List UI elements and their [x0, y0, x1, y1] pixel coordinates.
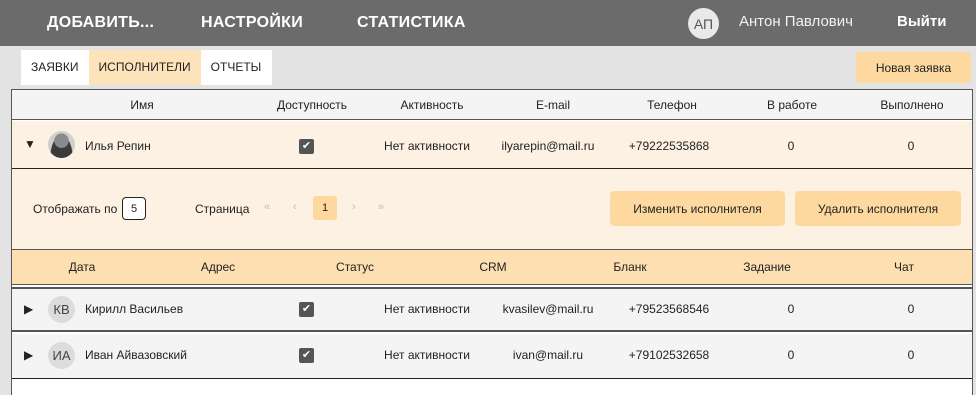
tab-requests[interactable]: ЗАЯВКИ	[21, 50, 89, 85]
col-crm: CRM	[479, 260, 507, 274]
tabs: ЗАЯВКИ ИСПОЛНИТЕЛИ ОТЧЕТЫ	[21, 50, 272, 85]
executors-table: Имя Доступность Активность E-mail Телефо…	[11, 89, 973, 395]
in-work-count: 0	[787, 348, 795, 362]
nav-settings[interactable]: НАСТРОЙКИ	[201, 14, 303, 32]
executor-name: Иван Айвазовский	[85, 348, 187, 362]
user-avatar[interactable]: АП	[688, 8, 719, 39]
col-task: Задание	[743, 260, 791, 274]
avatar: ИА	[48, 342, 75, 369]
col-phone[interactable]: Телефон	[647, 98, 697, 112]
collapse-icon[interactable]: ▼	[24, 137, 36, 151]
table-row[interactable]: ▶ КВ Кирилл Васильев ✔ Нет активности kv…	[12, 287, 972, 332]
availability-checkbox[interactable]: ✔	[299, 302, 314, 317]
current-page[interactable]: 1	[313, 196, 337, 220]
page-size-label: Отображать по	[33, 202, 118, 216]
availability-checkbox[interactable]: ✔	[299, 139, 314, 154]
col-activity[interactable]: Активность	[400, 98, 463, 112]
executor-name: Илья Репин	[85, 139, 151, 153]
table-header: Имя Доступность Активность E-mail Телефо…	[12, 89, 972, 120]
email: kvasilev@mail.ru	[502, 302, 594, 316]
col-form: Бланк	[613, 260, 647, 274]
orders-header: Дата Адрес Статус CRM Бланк Задание Чат	[12, 250, 972, 285]
email: ilyarepin@mail.ru	[501, 139, 595, 153]
tab-reports[interactable]: ОТЧЕТЫ	[201, 50, 272, 85]
top-bar: ДОБАВИТЬ... НАСТРОЙКИ СТАТИСТИКА АП Анто…	[0, 0, 976, 46]
user-name: Антон Павлович	[739, 13, 853, 30]
table-row[interactable]: ▶ ИА Иван Айвазовский ✔ Нет активности i…	[12, 334, 972, 379]
col-email[interactable]: E-mail	[536, 98, 570, 112]
prev-page-icon[interactable]: ‹	[293, 201, 297, 213]
delete-executor-button[interactable]: Удалить исполнителя	[795, 191, 961, 226]
col-done[interactable]: Выполнено	[880, 98, 943, 112]
email: ivan@mail.ru	[512, 348, 584, 362]
page-label: Страница	[195, 202, 250, 216]
done-count: 0	[907, 302, 915, 316]
avatar: КВ	[48, 296, 75, 323]
col-status: Статус	[336, 260, 374, 274]
in-work-count: 0	[787, 139, 795, 153]
new-request-button[interactable]: Новая заявка	[856, 52, 971, 83]
done-count: 0	[907, 139, 915, 153]
col-in-work[interactable]: В работе	[767, 98, 817, 112]
done-count: 0	[907, 348, 915, 362]
activity: Нет активности	[384, 348, 470, 362]
tab-executors[interactable]: ИСПОЛНИТЕЛИ	[88, 50, 201, 85]
col-availability[interactable]: Доступность	[277, 98, 347, 112]
col-date: Дата	[68, 260, 96, 274]
nav-add[interactable]: ДОБАВИТЬ...	[47, 14, 154, 32]
first-page-icon[interactable]: «	[264, 201, 270, 213]
executor-details: Отображать по 5 Страница « ‹ 1 › » Измен…	[12, 169, 972, 250]
col-name[interactable]: Имя	[130, 98, 153, 112]
last-page-icon[interactable]: »	[378, 201, 384, 213]
nav-statistics[interactable]: СТАТИСТИКА	[357, 14, 466, 32]
in-work-count: 0	[787, 302, 795, 316]
expand-icon[interactable]: ▶	[24, 348, 33, 362]
edit-executor-button[interactable]: Изменить исполнителя	[610, 191, 785, 226]
phone: +79102532658	[628, 348, 710, 362]
logout-button[interactable]: Выйти	[897, 13, 946, 30]
col-address: Адрес	[200, 260, 236, 274]
col-chat: Чат	[894, 260, 914, 274]
phone: +79523568546	[628, 302, 710, 316]
expand-icon[interactable]: ▶	[24, 302, 33, 316]
phone: +79222535868	[628, 139, 710, 153]
table-row[interactable]: ▼ Илья Репин ✔ Нет активности ilyarepin@…	[12, 121, 972, 169]
next-page-icon[interactable]: ›	[352, 201, 356, 213]
availability-checkbox[interactable]: ✔	[299, 348, 314, 363]
activity: Нет активности	[384, 302, 470, 316]
executor-name: Кирилл Васильев	[85, 302, 184, 316]
activity: Нет активности	[384, 139, 470, 153]
avatar	[48, 131, 75, 158]
page-size-select[interactable]: 5	[122, 197, 146, 220]
